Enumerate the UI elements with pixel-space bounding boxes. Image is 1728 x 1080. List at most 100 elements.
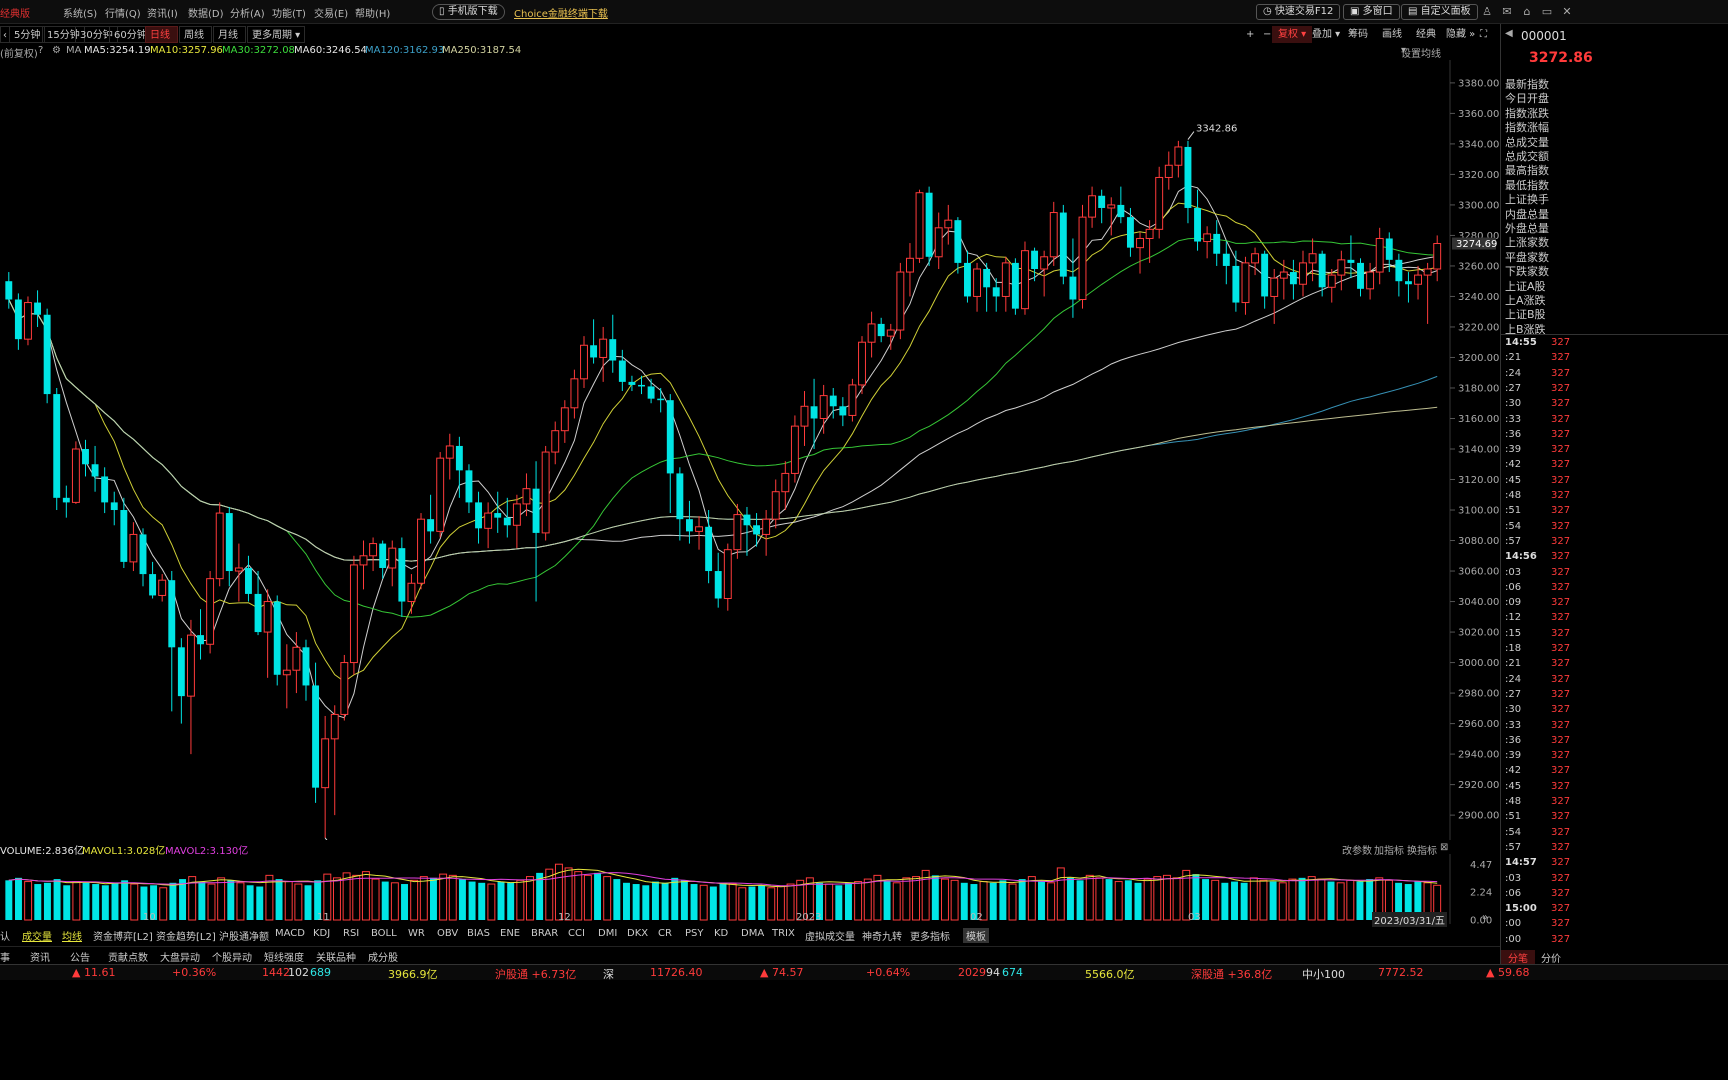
question-icon[interactable]: ? [38, 45, 43, 56]
period-more[interactable]: 更多周期 ▾ [247, 26, 306, 43]
tick-value: 327 [1551, 796, 1571, 807]
candle-down [91, 464, 99, 477]
price-tick-label: 3040.00 [1458, 597, 1499, 608]
menu-analysis[interactable]: 分析(A) [230, 5, 265, 20]
indicator-tab-12[interactable]: ENE [500, 928, 520, 939]
menu-info[interactable]: 资讯(I) [147, 5, 178, 20]
ma-settings-button[interactable]: 设置均线 ▾ [1401, 45, 1441, 60]
indicator-tab-3[interactable]: 资金趋势[L2] [156, 928, 216, 943]
draw-line-button[interactable]: 画线 [1376, 26, 1408, 43]
candle-up [129, 533, 138, 563]
candle-up [512, 503, 521, 526]
overlay-button[interactable]: 叠加 ▾ [1306, 26, 1346, 43]
indicator-tab-9[interactable]: WR [408, 928, 425, 939]
mail-icon[interactable]: ✉ [1500, 5, 1514, 19]
collapse-icon[interactable]: ◀ [1505, 28, 1513, 39]
candle-up [915, 192, 924, 259]
info-tab-3[interactable]: 贡献点数 [108, 949, 148, 964]
indicator-tab-17[interactable]: CR [658, 928, 672, 939]
period-more-label: 更多周期 [252, 30, 292, 41]
candle-up [1145, 228, 1154, 239]
ticker-item-8: 11726.40 [650, 966, 703, 979]
indicator-tab-13[interactable]: BRAR [531, 928, 558, 939]
indicator-tab-14[interactable]: CCI [568, 928, 585, 939]
candle-up [321, 738, 330, 789]
tick-time: :39 [1505, 444, 1522, 456]
menu-data[interactable]: 数据(D) [188, 5, 224, 20]
period-monthly[interactable]: 月线 [213, 26, 246, 43]
tick-value: 327 [1551, 688, 1571, 700]
indicator-tab-21[interactable]: TRIX [772, 928, 795, 939]
classic-button[interactable]: 经典 [1410, 26, 1442, 43]
candle-up [282, 669, 291, 676]
tick-time: 14:57 [1505, 857, 1537, 869]
info-tab-6[interactable]: 短线强度 [264, 949, 304, 964]
tab-price-dist[interactable]: 分价 [1541, 950, 1561, 965]
ma10-line [8, 202, 1438, 683]
candle-down [139, 534, 147, 575]
period-5min[interactable]: 5分钟 [9, 26, 46, 43]
indicator-tab-18[interactable]: PSY [685, 928, 704, 939]
chips-button[interactable]: 筹码 [1342, 26, 1374, 43]
indicator-tab-16[interactable]: DKX [627, 928, 648, 939]
info-tab-5[interactable]: 个股异动 [212, 949, 252, 964]
ma5-value: MA5:3254.19 [84, 45, 151, 56]
hide-button[interactable]: 隐藏 » [1440, 26, 1481, 43]
indicator-tab-25[interactable]: 模板 [963, 928, 989, 943]
period-daily[interactable]: 日线 [145, 26, 178, 43]
mobile-download-button[interactable]: ▯ 手机版下载 [432, 4, 505, 20]
indicator-tab-22[interactable]: 虚拟成交量 [805, 928, 855, 943]
indicator-tab-5[interactable]: MACD [275, 928, 305, 939]
indicator-tab-2[interactable]: 资金博弈[L2] [93, 928, 153, 943]
info-tab-7[interactable]: 关联品种 [316, 949, 356, 964]
info-tab-8[interactable]: 成分股 [368, 949, 398, 964]
fullscreen-icon[interactable]: ⛶ [1478, 26, 1489, 43]
quick-trade-button[interactable]: ◷ 快速交易F12 [1256, 4, 1341, 20]
tick-time: :27 [1505, 688, 1522, 700]
indicator-tab-8[interactable]: BOLL [371, 928, 397, 939]
info-tab-1[interactable]: 资讯 [30, 949, 50, 964]
menu-trade[interactable]: 交易(E) [314, 5, 348, 20]
indicator-tab-10[interactable]: OBV [437, 928, 458, 939]
indicator-tab-6[interactable]: KDJ [313, 928, 330, 939]
indicator-tab-24[interactable]: 更多指标 [910, 928, 950, 943]
app-logo: 经典版 [0, 9, 30, 20]
tab-ticks[interactable]: 分笔 [1501, 950, 1535, 965]
choice-download-link[interactable]: Choice金融终端下载 [514, 5, 608, 20]
custom-panel-button[interactable]: ▤ 自定义面板 [1401, 4, 1478, 20]
indicator-tab-11[interactable]: BIAS [467, 928, 490, 939]
info-tab-0[interactable]: 事 [0, 949, 10, 964]
indicator-tab-19[interactable]: KD [714, 928, 728, 939]
candle-up [896, 271, 905, 331]
indicator-tab-1[interactable]: 均线 [62, 928, 82, 943]
kline-chart[interactable]: 2900.00 2920.00 2940.00 2960.00 2980.00 3000.… [0, 60, 1500, 840]
ma10-value: MA10:3257.96 [150, 45, 223, 56]
tick-value: 327 [1551, 826, 1571, 838]
indicator-tab-15[interactable]: DMI [598, 928, 617, 939]
indicator-tab-4[interactable]: 沪股通净额 [219, 928, 269, 943]
window-min-icon[interactable]: ▭ [1540, 5, 1554, 19]
gear-icon[interactable]: ⚙ [52, 45, 61, 56]
tick-value: 327 [1551, 428, 1571, 440]
quick-trade-label: 快速交易F12 [1274, 6, 1334, 17]
user-icon[interactable]: ♙ [1480, 5, 1494, 19]
home-icon[interactable]: ⌂ [1520, 5, 1534, 19]
menu-quotes[interactable]: 行情(Q) [105, 5, 141, 20]
scroll-right-icon[interactable]: » [1482, 912, 1488, 923]
multi-window-button[interactable]: ▣ 多窗口 [1343, 4, 1400, 20]
indicator-tab-7[interactable]: RSI [343, 928, 359, 939]
period-weekly[interactable]: 周线 [179, 26, 212, 43]
indicator-tab-20[interactable]: DMA [741, 928, 764, 939]
info-tab-4[interactable]: 大盘异动 [160, 949, 200, 964]
info-tab-2[interactable]: 公告 [70, 949, 90, 964]
menu-function[interactable]: 功能(T) [272, 5, 306, 20]
indicator-tab-0[interactable]: 成交量 [22, 928, 52, 943]
menu-help[interactable]: 帮助(H) [355, 5, 390, 20]
close-icon[interactable]: ⊠ [1440, 842, 1448, 853]
indicator-tab-23[interactable]: 神奇九转 [862, 928, 902, 943]
candle-down [1213, 233, 1221, 254]
candle-down [829, 395, 837, 407]
menu-system[interactable]: 系统(S) [63, 5, 97, 20]
candle-down [455, 445, 463, 471]
close-icon[interactable]: ✕ [1560, 5, 1574, 19]
